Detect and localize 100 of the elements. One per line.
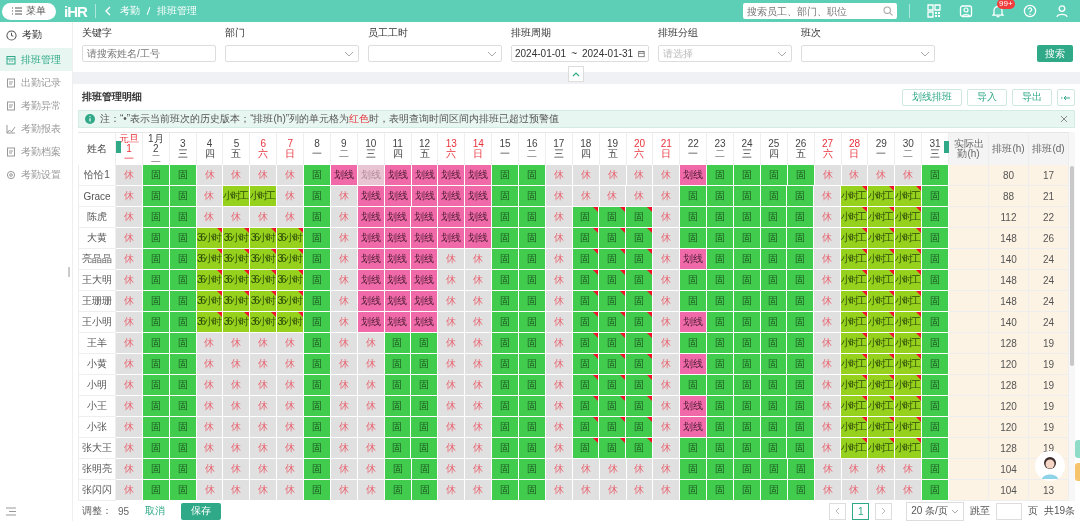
- shift-cell[interactable]: 休: [196, 186, 224, 207]
- shift-cell[interactable]: 休: [250, 417, 278, 438]
- shift-cell[interactable]: 小时工: [841, 438, 869, 459]
- shift-cell[interactable]: 36小时: [196, 312, 224, 333]
- shift-cell[interactable]: 固: [169, 165, 197, 186]
- shift-cell[interactable]: 固: [760, 165, 788, 186]
- shift-cell[interactable]: 小时工: [868, 270, 896, 291]
- shift-cell[interactable]: 小时工: [868, 333, 896, 354]
- shift-cell[interactable]: 固: [787, 438, 815, 459]
- shift-cell[interactable]: 休: [545, 396, 573, 417]
- shift-cell[interactable]: 划线: [411, 249, 439, 270]
- shift-cell[interactable]: 休: [330, 375, 358, 396]
- shift-cell[interactable]: 固: [142, 375, 170, 396]
- shift-cell[interactable]: 休: [465, 354, 492, 375]
- shift-cell[interactable]: 休: [545, 207, 573, 228]
- shift-cell[interactable]: 休: [465, 396, 492, 417]
- shift-cell[interactable]: 36小时: [196, 270, 224, 291]
- shift-cell[interactable]: 休: [196, 165, 224, 186]
- shift-cell[interactable]: 固: [787, 375, 815, 396]
- shift-cell[interactable]: 固: [492, 438, 519, 459]
- shift-cell[interactable]: 休: [250, 438, 278, 459]
- shift-cell[interactable]: 固: [706, 438, 734, 459]
- shift-cell[interactable]: 小时工: [841, 270, 869, 291]
- shift-cell[interactable]: 固: [142, 417, 170, 438]
- shift-cell[interactable]: 休: [116, 480, 143, 501]
- shift-cell[interactable]: 固: [760, 228, 788, 249]
- shift-cell[interactable]: 休: [223, 375, 251, 396]
- shift-cell[interactable]: 固: [411, 417, 439, 438]
- shift-cell[interactable]: 休: [330, 417, 358, 438]
- shift-cell[interactable]: 划线: [465, 186, 493, 207]
- shift-cell[interactable]: 休: [814, 417, 842, 438]
- shift-cell[interactable]: 休: [116, 165, 143, 186]
- shift-cell[interactable]: 固: [626, 228, 654, 249]
- sidebar-item[interactable]: 考勤异常: [0, 94, 72, 117]
- close-icon[interactable]: [1060, 115, 1068, 123]
- shift-cell[interactable]: 固: [572, 228, 600, 249]
- shift-cell[interactable]: 小时工: [868, 375, 896, 396]
- shift-cell[interactable]: 固: [733, 186, 761, 207]
- back-icon[interactable]: [103, 6, 112, 16]
- shift-cell[interactable]: 固: [518, 333, 546, 354]
- shift-cell[interactable]: 划线: [680, 354, 707, 375]
- shift-cell[interactable]: 固: [680, 186, 707, 207]
- shift-cell[interactable]: 休: [545, 417, 573, 438]
- shift-cell[interactable]: 休: [572, 459, 600, 480]
- shift-cell[interactable]: 休: [868, 165, 896, 186]
- shift-cell[interactable]: 休: [465, 417, 492, 438]
- shift-cell[interactable]: 固: [169, 291, 197, 312]
- shift-cell[interactable]: 固: [572, 417, 600, 438]
- shift-cell[interactable]: 固: [760, 354, 788, 375]
- shift-cell[interactable]: 固: [169, 186, 197, 207]
- shift-cell[interactable]: 休: [330, 228, 358, 249]
- shift-cell[interactable]: 固: [787, 207, 815, 228]
- shift-cell[interactable]: 固: [572, 312, 600, 333]
- shift-cell[interactable]: 休: [196, 459, 224, 480]
- shift-cell[interactable]: 固: [922, 480, 949, 501]
- shift-cell[interactable]: 休: [223, 396, 251, 417]
- shift-cell[interactable]: 固: [492, 207, 519, 228]
- shift-cell[interactable]: 固: [492, 417, 519, 438]
- shift-cell[interactable]: 小时工: [895, 186, 923, 207]
- collapse-button[interactable]: [568, 66, 584, 82]
- shift-cell[interactable]: 固: [707, 165, 735, 186]
- shift-cell[interactable]: 固: [169, 249, 197, 270]
- shift-cell[interactable]: 小时工: [868, 417, 896, 438]
- shift-cell[interactable]: 休: [330, 354, 358, 375]
- shift-cell[interactable]: 划线: [384, 270, 412, 291]
- shift-cell[interactable]: 划线: [680, 312, 707, 333]
- shift-cell[interactable]: 休: [330, 333, 358, 354]
- shift-cell[interactable]: 固: [304, 186, 332, 207]
- shift-cell[interactable]: 固: [922, 438, 949, 459]
- shift-cell[interactable]: 划线: [438, 186, 466, 207]
- shift-cell[interactable]: 划线: [680, 165, 708, 186]
- shift-cell[interactable]: 休: [653, 480, 681, 501]
- shift-cell[interactable]: 固: [706, 312, 734, 333]
- shift-cell[interactable]: 固: [518, 312, 546, 333]
- shift-cell[interactable]: 休: [545, 270, 573, 291]
- shift-cell[interactable]: 休: [545, 291, 573, 312]
- shift-cell[interactable]: 固: [706, 354, 734, 375]
- shift-cell[interactable]: 固: [519, 459, 546, 480]
- shift-cell[interactable]: 小时工: [895, 270, 923, 291]
- avatar-icon[interactable]: [1035, 451, 1065, 481]
- shift-cell[interactable]: 固: [760, 438, 788, 459]
- shift-cell[interactable]: 固: [599, 396, 627, 417]
- shift-cell[interactable]: 固: [733, 375, 761, 396]
- shift-cell[interactable]: 36小时: [196, 228, 224, 249]
- shift-cell[interactable]: 休: [116, 354, 143, 375]
- shift-cell[interactable]: 固: [304, 480, 331, 501]
- shift-cell[interactable]: 小时工: [895, 312, 923, 333]
- shift-cell[interactable]: 固: [922, 249, 949, 270]
- shift-cell[interactable]: 固: [169, 438, 197, 459]
- shift-cell[interactable]: 固: [787, 333, 815, 354]
- shift-cell[interactable]: 36小时: [277, 270, 304, 291]
- shift-cell[interactable]: 固: [922, 207, 949, 228]
- shift-cell[interactable]: 固: [142, 165, 170, 186]
- shift-cell[interactable]: 固: [787, 165, 815, 186]
- shift-cell[interactable]: 固: [519, 186, 546, 207]
- shift-cell[interactable]: 固: [760, 207, 788, 228]
- shift-cell[interactable]: 36小时: [223, 270, 251, 291]
- shift-cell[interactable]: 固: [733, 312, 761, 333]
- shift-cell[interactable]: 固: [492, 249, 519, 270]
- shift-cell[interactable]: 休: [357, 333, 385, 354]
